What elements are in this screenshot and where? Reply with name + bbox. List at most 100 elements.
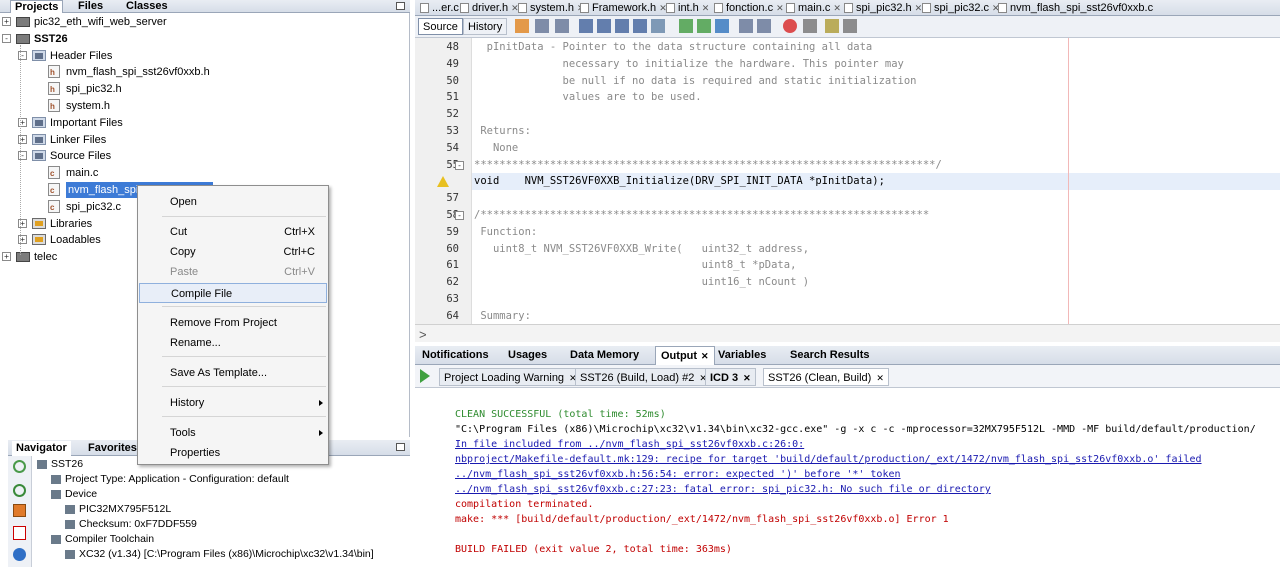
close-icon[interactable]: ✕: [743, 373, 751, 383]
tree-item[interactable]: main.c: [0, 165, 400, 182]
output-subtab[interactable]: SST26 (Build, Load) #2 ✕: [575, 368, 712, 386]
back-icon[interactable]: [535, 19, 549, 33]
tree-item[interactable]: spi_pic32.h: [0, 81, 400, 98]
find-previous-icon[interactable]: [597, 19, 611, 33]
tab-files[interactable]: Files: [74, 0, 107, 13]
editor-file-tab[interactable]: fonction.c ✕: [711, 0, 787, 16]
tab-classes[interactable]: Classes: [122, 0, 172, 13]
navigator-row[interactable]: PIC32MX795F512L: [65, 502, 171, 517]
rerun-icon[interactable]: [420, 369, 430, 383]
node-icon: [65, 519, 75, 529]
menu-item-label: History: [170, 397, 205, 409]
tree-item[interactable]: - Source Files: [0, 148, 400, 164]
next-bookmark-icon[interactable]: [697, 19, 711, 33]
reload-icon[interactable]: [13, 484, 26, 497]
comment-icon[interactable]: [825, 19, 839, 33]
tree-item[interactable]: nvm_flash_spi_sst26vf0xxb.h: [0, 64, 400, 81]
editor-file-tab[interactable]: driver.h ✕: [457, 0, 522, 16]
output-line[interactable]: nbproject/Makefile-default.mk:129: recip…: [455, 452, 1202, 467]
editor-file-tab[interactable]: int.h ✕: [663, 0, 712, 16]
open-menu-item[interactable]: Open: [139, 192, 327, 212]
navigator-row[interactable]: Device: [51, 487, 97, 502]
shift-left-icon[interactable]: [739, 19, 753, 33]
tree-item[interactable]: + Linker Files: [0, 132, 400, 148]
project-icon: [16, 17, 30, 27]
editor-file-tab[interactable]: nvm_flash_spi_sst26vf0xxb.c: [995, 0, 1156, 16]
history-tab[interactable]: History: [463, 18, 508, 35]
shift-right-icon[interactable]: [757, 19, 771, 33]
editor-file-tab[interactable]: main.c ✕: [783, 0, 844, 16]
fold-icon[interactable]: -: [455, 211, 464, 220]
navigator-row[interactable]: XC32 (v1.34) [C:\Program Files (x86)\Mic…: [65, 547, 374, 562]
output-tab[interactable]: Output ✕: [655, 346, 715, 365]
editor-file-tab[interactable]: spi_pic32.c ✕: [919, 0, 1003, 16]
output-subtab[interactable]: Project Loading Warning ✕: [439, 368, 582, 386]
minimize-icon[interactable]: [396, 2, 405, 10]
minimize-icon[interactable]: [396, 443, 405, 451]
output-line[interactable]: ../nvm_flash_spi_sst26vf0xxb.c:27:23: fa…: [455, 482, 991, 497]
code-line: necessary to initialize the hardware. Th…: [474, 57, 904, 70]
properties-menu-item[interactable]: Properties: [139, 443, 327, 463]
tree-item[interactable]: + Important Files: [0, 115, 400, 131]
navigator-row[interactable]: Checksum: 0xF7DDF559: [65, 517, 197, 532]
compile-file-menu-item[interactable]: Compile File: [139, 283, 327, 303]
output-text-area[interactable]: CLEAN SUCCESSFUL (total time: 52ms) "C:\P…: [415, 388, 1280, 567]
navigator-row[interactable]: Compiler Toolchain: [51, 532, 154, 547]
help-icon[interactable]: [13, 548, 26, 561]
editor-file-tab[interactable]: Framework.h ✕: [577, 0, 670, 16]
rename-menu-item[interactable]: Rename...: [139, 333, 327, 353]
start-macro-icon[interactable]: [783, 19, 797, 33]
toggle-rectangular-icon[interactable]: [651, 19, 665, 33]
pdf-icon[interactable]: [13, 526, 26, 540]
history-menu-item[interactable]: History: [139, 393, 327, 413]
tree-item[interactable]: - Header Files: [0, 48, 400, 64]
toggle-bookmark-icon[interactable]: [715, 19, 729, 33]
close-icon[interactable]: ✕: [701, 351, 709, 361]
save-as-template-menu-item[interactable]: Save As Template...: [139, 363, 327, 383]
source-tab[interactable]: Source: [418, 18, 463, 35]
output-tab[interactable]: Search Results: [785, 346, 874, 365]
editor-file-tab[interactable]: spi_pic32.h ✕: [841, 0, 925, 16]
tools-menu-item[interactable]: Tools: [139, 423, 327, 443]
expand-arrow-icon[interactable]: >: [419, 327, 427, 342]
line-number: 48: [446, 41, 459, 53]
find-next-icon[interactable]: [615, 19, 629, 33]
fold-icon[interactable]: -: [455, 160, 464, 170]
cut-menu-item[interactable]: Cut Ctrl+X: [139, 222, 327, 242]
remove-from-project-menu-item[interactable]: Remove From Project: [139, 313, 327, 333]
output-subtab[interactable]: ICD 3 ✕: [705, 368, 756, 386]
stop-icon[interactable]: [13, 504, 26, 517]
close-icon[interactable]: ✕: [876, 373, 884, 383]
tree-connector-line: [20, 45, 21, 255]
find-icon[interactable]: [579, 19, 593, 33]
tab-projects[interactable]: Projects: [10, 0, 64, 13]
copy-menu-item[interactable]: Copy Ctrl+C: [139, 242, 327, 262]
output-tab[interactable]: Notifications: [417, 346, 494, 365]
tree-item[interactable]: + pic32_eth_wifi_web_server: [0, 14, 400, 30]
tab-navigator[interactable]: Navigator: [12, 441, 71, 456]
forward-icon[interactable]: [555, 19, 569, 33]
expander-icon[interactable]: +: [2, 252, 11, 262]
tree-item[interactable]: - SST26: [0, 31, 400, 47]
tree-item[interactable]: system.h: [0, 98, 400, 115]
navigator-row[interactable]: SST26: [37, 457, 83, 472]
uncomment-icon[interactable]: [843, 19, 857, 33]
output-tab[interactable]: Variables: [713, 346, 771, 365]
output-line[interactable]: In file included from ../nvm_flash_spi_s…: [455, 437, 804, 452]
last-edit-icon[interactable]: [515, 19, 529, 33]
stop-macro-icon[interactable]: [803, 19, 817, 33]
close-icon[interactable]: ✕: [833, 3, 841, 13]
close-icon[interactable]: ✕: [702, 3, 710, 13]
tab-favorites[interactable]: Favorites: [84, 441, 141, 456]
refresh-icon[interactable]: [13, 460, 26, 473]
expander-icon[interactable]: -: [2, 33, 11, 43]
previous-bookmark-icon[interactable]: [679, 19, 693, 33]
expander-icon[interactable]: +: [2, 17, 11, 26]
output-tab[interactable]: Data Memory: [565, 346, 644, 365]
file-icon: [844, 3, 853, 14]
navigator-row[interactable]: Project Type: Application - Configuratio…: [51, 472, 289, 487]
output-subtab[interactable]: SST26 (Clean, Build) ✕: [763, 368, 889, 386]
output-tab[interactable]: Usages: [503, 346, 552, 365]
output-line[interactable]: ../nvm_flash_spi_sst26vf0xxb.h:56:54: er…: [455, 467, 901, 482]
toggle-highlight-icon[interactable]: [633, 19, 647, 33]
